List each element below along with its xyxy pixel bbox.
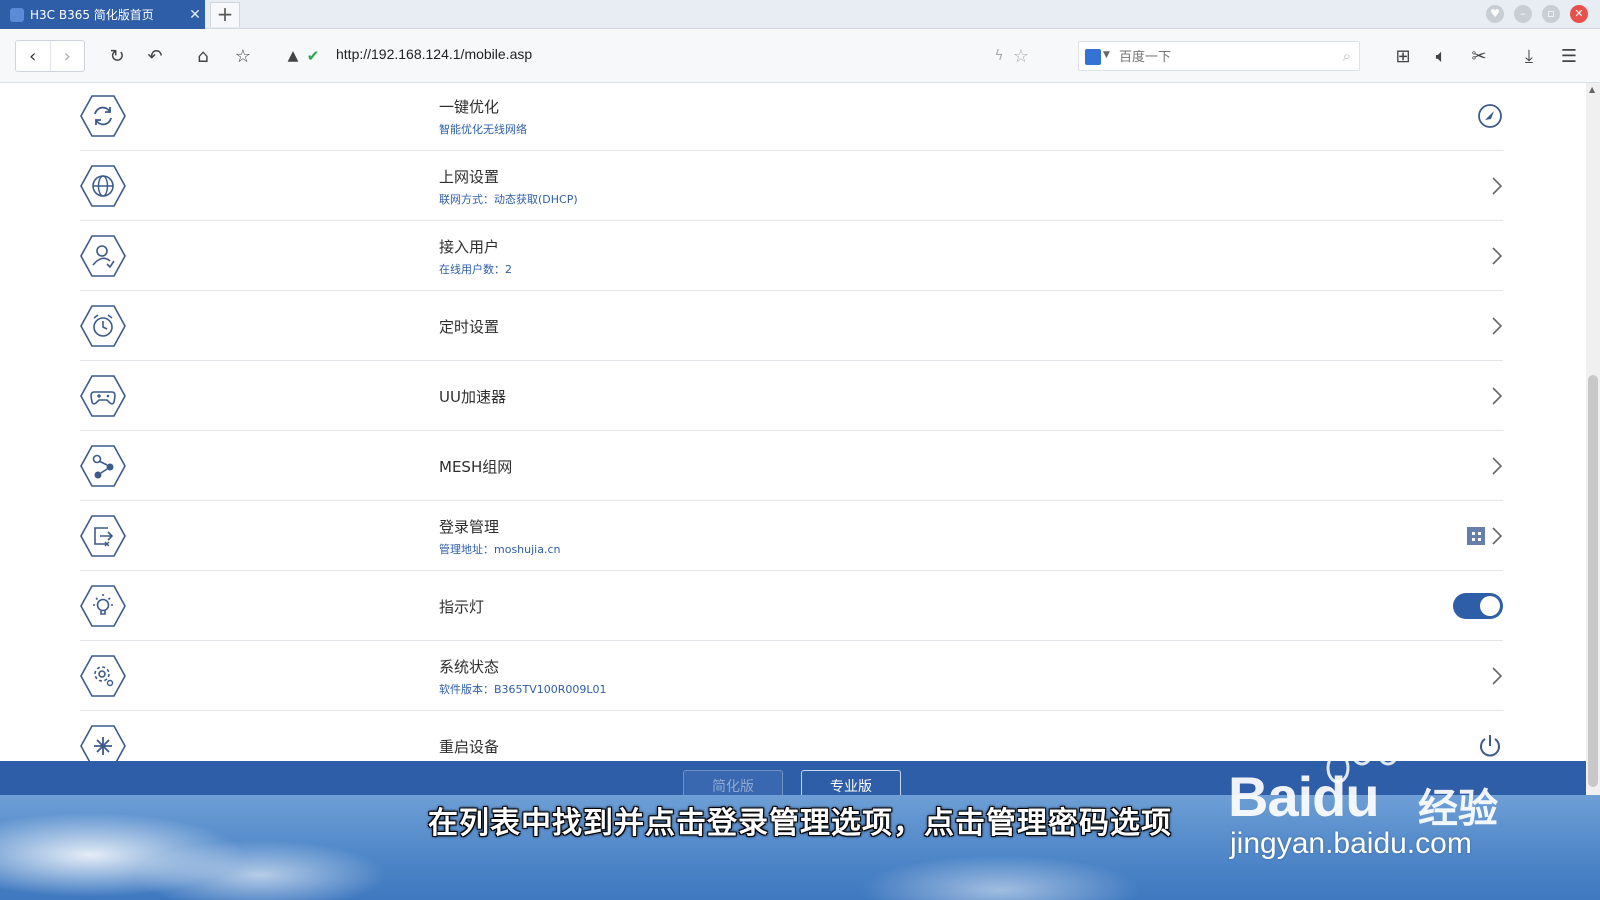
home-icon[interactable]: ⌂ bbox=[190, 43, 216, 69]
skin-icon[interactable]: ♥ bbox=[1486, 5, 1504, 23]
chevron-right-icon[interactable] bbox=[1491, 661, 1503, 691]
row-internet-settings[interactable]: 上网设置 联网方式：动态获取(DHCP) bbox=[80, 151, 1503, 221]
row-title: 重启设备 bbox=[439, 737, 500, 756]
menu-icon[interactable]: ☰ bbox=[1556, 43, 1582, 69]
maximize-icon[interactable]: ▫ bbox=[1542, 5, 1560, 23]
row-subtitle: 联网方式：动态获取(DHCP) bbox=[439, 192, 578, 206]
video-caption: 在列表中找到并点击登录管理选项，点击管理密码选项 bbox=[428, 806, 1172, 841]
browser-tab[interactable]: H3C B365 简化版首页 ✕ bbox=[0, 0, 205, 29]
scroll-up-icon[interactable]: ▲ bbox=[1589, 85, 1595, 94]
row-schedule-settings[interactable]: 定时设置 bbox=[80, 291, 1503, 361]
row-title: 上网设置 bbox=[439, 167, 500, 186]
search-engine-icon[interactable] bbox=[1085, 49, 1101, 65]
reload-icon[interactable]: ↻ bbox=[104, 43, 130, 69]
chevron-right-icon[interactable] bbox=[1491, 241, 1503, 271]
chevron-right-icon[interactable] bbox=[1491, 451, 1503, 481]
tab-strip: H3C B365 简化版首页 ✕ + ♥ – ▫ ✕ bbox=[0, 0, 1600, 29]
row-subtitle: 管理地址：moshujia.cn bbox=[439, 542, 561, 556]
favicon-icon bbox=[10, 7, 24, 22]
forward-button[interactable]: › bbox=[49, 41, 85, 71]
restart-icon bbox=[80, 724, 126, 761]
settings-list: 一键优化 智能优化无线网络 上网设置 联网方式：动态获取(DHCP) 接入用户 … bbox=[0, 83, 1586, 761]
tab-title: H3C B365 简化版首页 bbox=[30, 8, 154, 22]
toggle-container bbox=[1453, 591, 1503, 621]
back-button[interactable]: ‹ bbox=[16, 41, 50, 71]
user-icon bbox=[80, 234, 126, 278]
window-controls: ♥ – ▫ ✕ bbox=[1486, 5, 1588, 23]
globe-icon bbox=[80, 164, 126, 208]
row-uu-accelerator[interactable]: UU加速器 bbox=[80, 361, 1503, 431]
minimize-icon[interactable]: – bbox=[1514, 5, 1532, 23]
power-icon[interactable] bbox=[1477, 731, 1503, 761]
row-title: 指示灯 bbox=[439, 597, 485, 616]
row-indicator-light: 指示灯 bbox=[80, 571, 1503, 641]
new-tab-button[interactable]: + bbox=[210, 2, 240, 27]
download-icon[interactable]: ⤓ bbox=[1516, 43, 1542, 69]
alarm-clock-icon bbox=[80, 304, 126, 348]
row-title: 接入用户 bbox=[439, 237, 500, 256]
window-close-icon[interactable]: ✕ bbox=[1570, 5, 1588, 23]
scrollbar[interactable]: ▲ bbox=[1586, 83, 1600, 795]
search-input[interactable] bbox=[1119, 46, 1329, 68]
bookmark-star-icon[interactable]: ☆ bbox=[230, 43, 256, 69]
chevron-right-icon[interactable] bbox=[1491, 311, 1503, 341]
row-one-click-optimize[interactable]: 一键优化 智能优化无线网络 bbox=[80, 83, 1503, 151]
row-mesh-network[interactable]: MESH组网 bbox=[80, 431, 1503, 501]
scroll-thumb[interactable] bbox=[1588, 375, 1598, 787]
gear-icon bbox=[80, 654, 126, 698]
row-text: 上网设置 联网方式：动态获取(DHCP) bbox=[439, 151, 578, 221]
caret-down-icon[interactable]: ▼ bbox=[1103, 50, 1110, 60]
row-title: UU加速器 bbox=[439, 387, 506, 406]
row-text: 定时设置 bbox=[439, 291, 499, 361]
refresh-icon bbox=[80, 94, 126, 138]
search-icon[interactable]: ⌕ bbox=[1343, 47, 1351, 65]
qr-code-icon[interactable] bbox=[1467, 527, 1485, 545]
row-text: 指示灯 bbox=[439, 571, 484, 641]
row-text: 重启设备 bbox=[439, 711, 499, 761]
row-title: MESH组网 bbox=[439, 457, 513, 476]
undo-icon[interactable]: ↶ bbox=[142, 43, 168, 69]
row-subtitle: 在线用户数：2 bbox=[439, 262, 512, 276]
row-right-actions bbox=[1467, 521, 1503, 551]
light-bulb-icon bbox=[80, 584, 126, 628]
row-text: 一键优化 智能优化无线网络 bbox=[439, 83, 527, 151]
row-login-management[interactable]: 登录管理 管理地址：moshujia.cn bbox=[80, 501, 1503, 571]
tab-close-icon[interactable]: ✕ bbox=[185, 7, 205, 23]
mesh-network-icon bbox=[80, 444, 126, 488]
row-restart-device[interactable]: 重启设备 bbox=[80, 711, 1503, 761]
login-icon bbox=[80, 514, 126, 558]
chevron-right-icon[interactable] bbox=[1491, 171, 1503, 201]
row-title: 一键优化 bbox=[439, 97, 500, 116]
row-text: 系统状态 软件版本：B365TV100R009L01 bbox=[439, 641, 607, 711]
row-text: UU加速器 bbox=[439, 361, 506, 431]
gamepad-icon bbox=[80, 374, 126, 418]
toggle-knob bbox=[1480, 596, 1500, 616]
compass-icon[interactable] bbox=[1477, 101, 1503, 131]
chevron-right-icon[interactable] bbox=[1491, 526, 1503, 546]
row-text: 登录管理 管理地址：moshujia.cn bbox=[439, 501, 561, 571]
volume-icon[interactable]: 🔈︎ bbox=[1428, 43, 1454, 69]
search-box: ▼ ⌕ bbox=[1078, 41, 1360, 71]
row-subtitle: 软件版本：B365TV100R009L01 bbox=[439, 682, 607, 696]
row-subtitle: 智能优化无线网络 bbox=[439, 122, 527, 136]
row-text: 接入用户 在线用户数：2 bbox=[439, 221, 512, 291]
row-title: 登录管理 bbox=[439, 517, 500, 536]
favorite-star-icon[interactable]: ☆ bbox=[1008, 43, 1034, 69]
nav-buttons: ‹ › bbox=[15, 40, 85, 72]
row-title: 定时设置 bbox=[439, 317, 500, 336]
row-system-status[interactable]: 系统状态 软件版本：B365TV100R009L01 bbox=[80, 641, 1503, 711]
browser-toolbar: ‹ › ↻ ↶ ⌂ ☆ ▲ ✔ http://192.168.124.1/mob… bbox=[0, 29, 1600, 83]
scissors-icon[interactable]: ✂ bbox=[1466, 43, 1492, 69]
row-text: MESH组网 bbox=[439, 431, 512, 501]
row-connected-users[interactable]: 接入用户 在线用户数：2 bbox=[80, 221, 1503, 291]
address-bar[interactable]: http://192.168.124.1/mobile.asp bbox=[336, 46, 532, 62]
shield-icon: ✔ bbox=[306, 47, 320, 65]
row-title: 系统状态 bbox=[439, 657, 500, 676]
indicator-light-toggle[interactable] bbox=[1453, 593, 1503, 619]
apps-grid-icon[interactable]: ⊞ bbox=[1390, 43, 1416, 69]
chevron-right-icon[interactable] bbox=[1491, 381, 1503, 411]
